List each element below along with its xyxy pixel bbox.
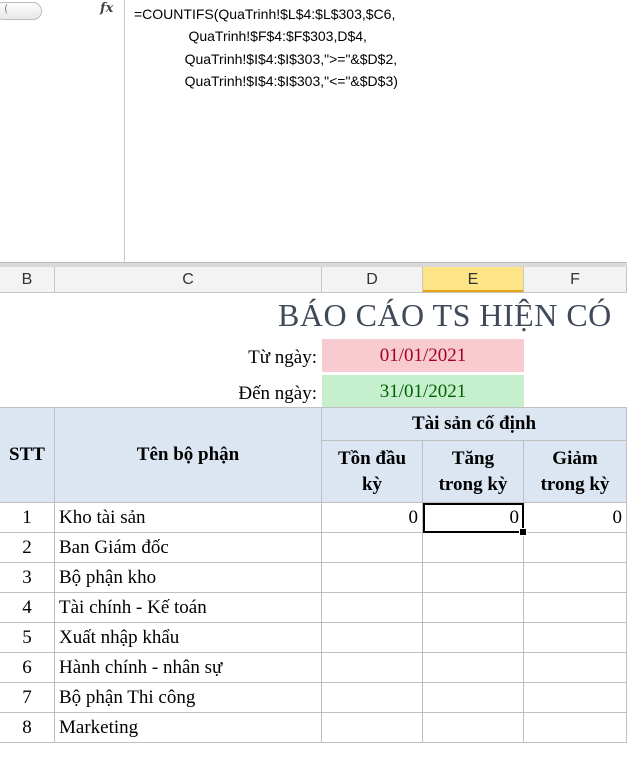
header-increase[interactable]: Tăng trong kỳ [423,441,524,503]
row-increase[interactable] [423,563,524,593]
row-stt[interactable]: 6 [0,653,55,683]
row-stt[interactable]: 1 [0,503,55,533]
header-opening[interactable]: Tồn đầu kỳ [322,441,423,503]
row-opening[interactable] [322,563,423,593]
row-decrease[interactable] [524,683,627,713]
row-stt[interactable]: 5 [0,623,55,653]
row-dept-name[interactable]: Bộ phận kho [55,563,322,593]
row-opening[interactable]: 0 [322,503,423,533]
row-increase[interactable] [423,623,524,653]
row-dept-name[interactable]: Bộ phận Thi công [55,683,322,713]
row-opening[interactable] [322,683,423,713]
row-dept-name[interactable]: Kho tài sản [55,503,322,533]
row-dept-name[interactable]: Marketing [55,713,322,743]
row-decrease[interactable]: 0 [524,503,627,533]
to-date-label[interactable]: Đến ngày: [200,383,317,405]
fill-handle[interactable] [519,528,527,536]
formula-input[interactable]: =COUNTIFS(QuaTrinh!$L$4:$L$303,$C6, QuaT… [134,3,398,93]
selected-cell-outline[interactable] [423,503,524,533]
row-decrease[interactable] [524,653,627,683]
row-decrease[interactable] [524,533,627,563]
namebox-scroll-handle[interactable]: ( [0,2,42,20]
row-decrease[interactable] [524,563,627,593]
column-header-row: B C D E F [0,267,627,293]
to-date-cell[interactable]: 31/01/2021 [322,375,524,408]
row-increase[interactable] [423,533,524,563]
row-increase[interactable] [423,683,524,713]
row-stt[interactable]: 3 [0,563,55,593]
row-decrease[interactable] [524,713,627,743]
from-date-label[interactable]: Từ ngày: [200,347,317,369]
row-increase[interactable] [423,593,524,623]
row-stt[interactable]: 2 [0,533,55,563]
from-date-cell[interactable]: 01/01/2021 [322,339,524,372]
row-opening[interactable] [322,533,423,563]
insert-function-icon[interactable]: fx [100,1,113,16]
column-header-b[interactable]: B [0,267,55,292]
row-opening[interactable] [322,593,423,623]
column-header-e[interactable]: E [423,267,524,292]
row-stt[interactable]: 4 [0,593,55,623]
header-decrease[interactable]: Giảm trong kỳ [524,441,627,503]
row-opening[interactable] [322,623,423,653]
row-increase[interactable] [423,713,524,743]
row-dept-name[interactable]: Ban Giám đốc [55,533,322,563]
row-decrease[interactable] [524,593,627,623]
scroll-left-icon: ( [4,2,9,15]
row-dept-name[interactable]: Xuất nhập khẩu [55,623,322,653]
row-stt[interactable]: 7 [0,683,55,713]
name-box-area: ( fx [0,0,125,262]
report-title[interactable]: BÁO CÁO TS HIỆN CÓ [278,297,612,334]
row-opening[interactable] [322,653,423,683]
row-decrease[interactable] [524,623,627,653]
header-dept-name[interactable]: Tên bộ phận [55,407,322,503]
row-opening[interactable] [322,713,423,743]
column-header-c[interactable]: C [55,267,322,292]
row-dept-name[interactable]: Tài chính - Kế toán [55,593,322,623]
column-header-d[interactable]: D [322,267,423,292]
header-fixed-assets[interactable]: Tài sản cố định [322,407,627,441]
row-dept-name[interactable]: Hành chính - nhân sự [55,653,322,683]
column-header-f[interactable]: F [524,267,627,292]
row-increase[interactable] [423,653,524,683]
row-stt[interactable]: 8 [0,713,55,743]
header-stt[interactable]: STT [0,407,55,503]
